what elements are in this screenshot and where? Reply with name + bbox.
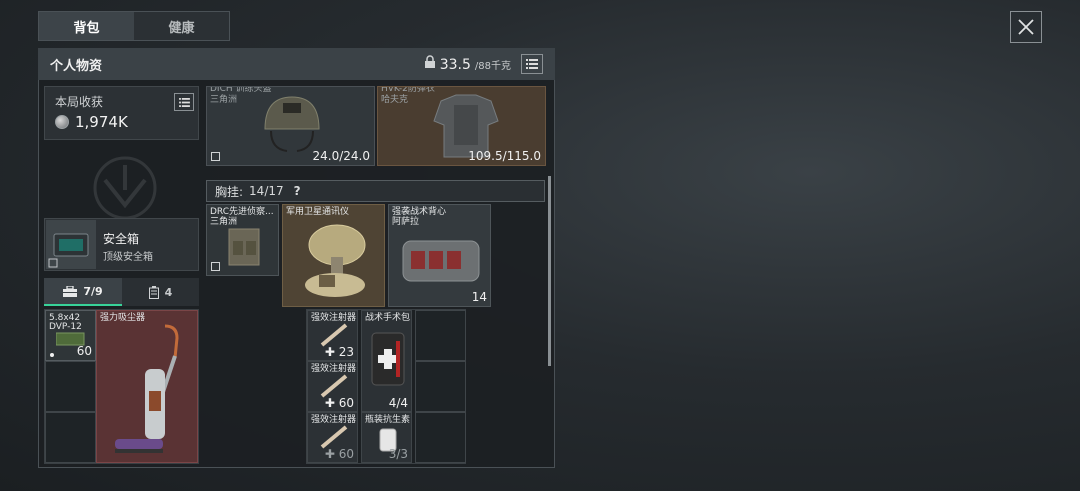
faction-emblem: [93, 156, 157, 220]
kit-label: 战术手术包: [365, 313, 411, 323]
weight-lock-icon: [424, 55, 435, 68]
empty-slot[interactable]: [45, 361, 96, 412]
stim-count: ✚ 60: [324, 447, 354, 461]
tab-backpack[interactable]: 背包: [39, 12, 134, 40]
stim-label: 强效注射器: [311, 313, 357, 323]
item-stim-2[interactable]: 强效注射器 ✚ 60: [307, 361, 358, 412]
safe-case-icon: [48, 233, 89, 268]
stim-label: 强效注射器: [311, 415, 357, 425]
weight-max: /88千克: [474, 61, 511, 72]
list-icon: [178, 97, 190, 107]
chest-rig-label: 胸挂:: [215, 184, 244, 199]
helmet-durability: 24.0/24.0: [312, 149, 370, 163]
safe-box-subtitle: 顶级安全箱: [103, 252, 153, 263]
weight-current: 33.5: [439, 57, 471, 73]
item-surgical-kit[interactable]: 战术手术包 4/4: [361, 310, 412, 412]
armor-label2: 哈夫克: [381, 95, 409, 105]
top-tabs: 背包 健康: [38, 11, 230, 41]
weight-readout: 33.5/88千克: [424, 55, 511, 73]
item-assault-vest[interactable]: 强袭战术背心 阿萨拉 14: [388, 204, 491, 307]
item-helmet[interactable]: DICH 训练头盔 三角洲 24.0/24.0: [206, 86, 375, 166]
empty-slot[interactable]: [45, 412, 96, 463]
bag-label1: 强袭战术背心: [392, 207, 447, 217]
chest-rig-header: 胸挂: 14/17 ?: [206, 180, 545, 202]
stim-count: ✚ 23: [324, 345, 354, 359]
loot-value: 1,974K: [75, 113, 128, 131]
rig-icon: [228, 228, 260, 266]
subtab-canister-label: 4: [164, 285, 173, 299]
empty-slot[interactable]: [415, 310, 466, 361]
loot-value-row: 1,974K: [55, 113, 188, 131]
item-stim-1[interactable]: 强效注射器 ✚ 23: [307, 310, 358, 361]
loot-list-button[interactable]: [174, 93, 194, 111]
toolbox-icon: [63, 285, 78, 297]
item-antibiotics[interactable]: 瓶装抗生素 3/3: [361, 412, 412, 463]
no-repair-icon: [211, 262, 220, 271]
stim-count: ✚ 60: [324, 396, 354, 410]
empty-slot[interactable]: [415, 361, 466, 412]
syringe-icon: [320, 425, 348, 449]
empty-slot[interactable]: [415, 412, 466, 463]
syringe-icon: [320, 374, 348, 398]
syringe-icon: [320, 323, 348, 347]
panel-list-button[interactable]: [521, 54, 543, 74]
tab-health[interactable]: 健康: [134, 12, 229, 40]
medkit-icon: [371, 332, 405, 386]
helmet-icon: [264, 96, 320, 152]
coin-icon: [55, 115, 69, 129]
stim-label: 强效注射器: [311, 364, 357, 374]
armor-durability: 109.5/115.0: [468, 149, 541, 163]
bag-label2: 阿萨拉: [392, 217, 420, 227]
subtab-toolbox-label: 7/9: [83, 284, 103, 298]
list-icon: [526, 59, 538, 69]
antibiotic-label: 瓶装抗生素: [365, 415, 411, 425]
ammo-count: 60: [76, 344, 92, 358]
radio-label: 军用卫星通讯仪: [286, 207, 350, 217]
help-icon[interactable]: ?: [294, 184, 301, 198]
item-vacuum[interactable]: 强力吸尘器: [96, 310, 198, 463]
subtab-canister[interactable]: 4: [122, 278, 199, 306]
no-repair-icon: [211, 152, 220, 161]
vest-icon: [402, 240, 480, 282]
rig-label1: DRC先进侦察...: [210, 207, 274, 217]
vacuum-icon: [115, 324, 179, 453]
kit-count: 4/4: [388, 396, 408, 410]
panel-title: 个人物资: [50, 58, 103, 74]
antibiotic-count: 3/3: [388, 447, 408, 461]
safe-box-image: [46, 220, 96, 269]
bag-capacity: 14: [471, 290, 487, 304]
helmet-label2: 三角洲: [210, 95, 238, 105]
close-icon: [1018, 19, 1034, 35]
panel-header: 个人物资 33.5/88千克: [38, 48, 555, 80]
item-stim-3[interactable]: 强效注射器 ✚ 60: [307, 412, 358, 463]
canister-icon: [148, 285, 159, 299]
loot-title: 本局收获: [55, 95, 104, 109]
subtab-toolbox[interactable]: 7/9: [44, 278, 122, 306]
item-ammo[interactable]: 5.8x42 DVP-12 60: [45, 310, 96, 361]
storage-subtabs: 7/9 4: [44, 278, 199, 306]
safe-box-name: 安全箱: [103, 232, 140, 246]
ammo-dot-icon: [50, 353, 54, 357]
pouch-grid: 强效注射器 ✚ 23 战术手术包 4/4 强效注射器 ✚ 60 强效注射器 ✚ …: [306, 309, 466, 464]
scrollbar[interactable]: [548, 176, 551, 366]
item-satellite-radio[interactable]: 军用卫星通讯仪: [282, 204, 385, 307]
item-rig[interactable]: DRC先进侦察... 三角洲: [206, 204, 279, 276]
chest-rig-capacity: 14/17: [249, 184, 284, 198]
item-armor[interactable]: HVK-2防弹衣 哈夫克 109.5/115.0: [377, 86, 546, 166]
close-button[interactable]: [1010, 11, 1042, 43]
satellite-radio-icon: [305, 224, 366, 297]
